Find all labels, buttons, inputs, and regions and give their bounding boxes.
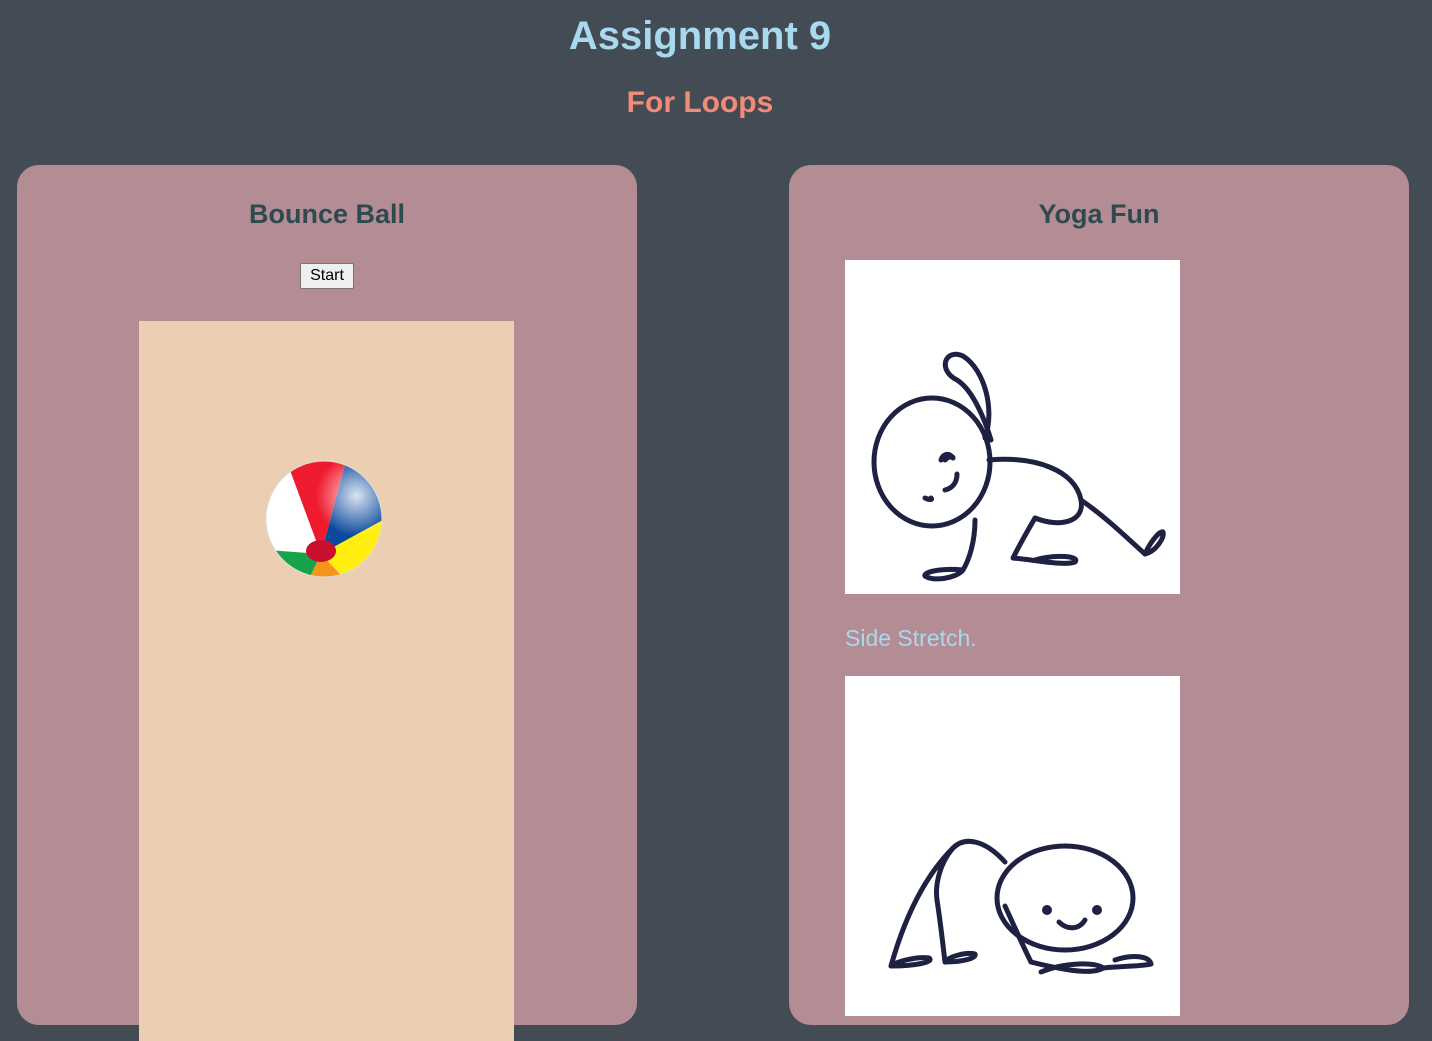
yoga-fun-title: Yoga Fun xyxy=(1038,199,1160,229)
ball-court xyxy=(139,321,514,1041)
page-title: Assignment 9 xyxy=(568,14,832,58)
yoga-fun-panel: Yoga Fun Side Stretch. xyxy=(789,165,1409,1025)
start-button[interactable]: Start xyxy=(300,263,354,289)
side-stretch-image xyxy=(845,260,1180,594)
bounce-ball-title: Bounce Ball xyxy=(248,199,406,229)
crawl-pose-image xyxy=(845,676,1180,1016)
beach-ball-icon xyxy=(265,460,383,578)
crawl-pose-figure-icon xyxy=(888,838,1154,975)
bounce-ball-panel: Bounce Ball Start xyxy=(17,165,637,1041)
page-subtitle: For Loops xyxy=(626,86,774,119)
yoga-pose-caption: Side Stretch. xyxy=(845,625,977,651)
side-stretch-figure-icon xyxy=(871,351,1166,582)
